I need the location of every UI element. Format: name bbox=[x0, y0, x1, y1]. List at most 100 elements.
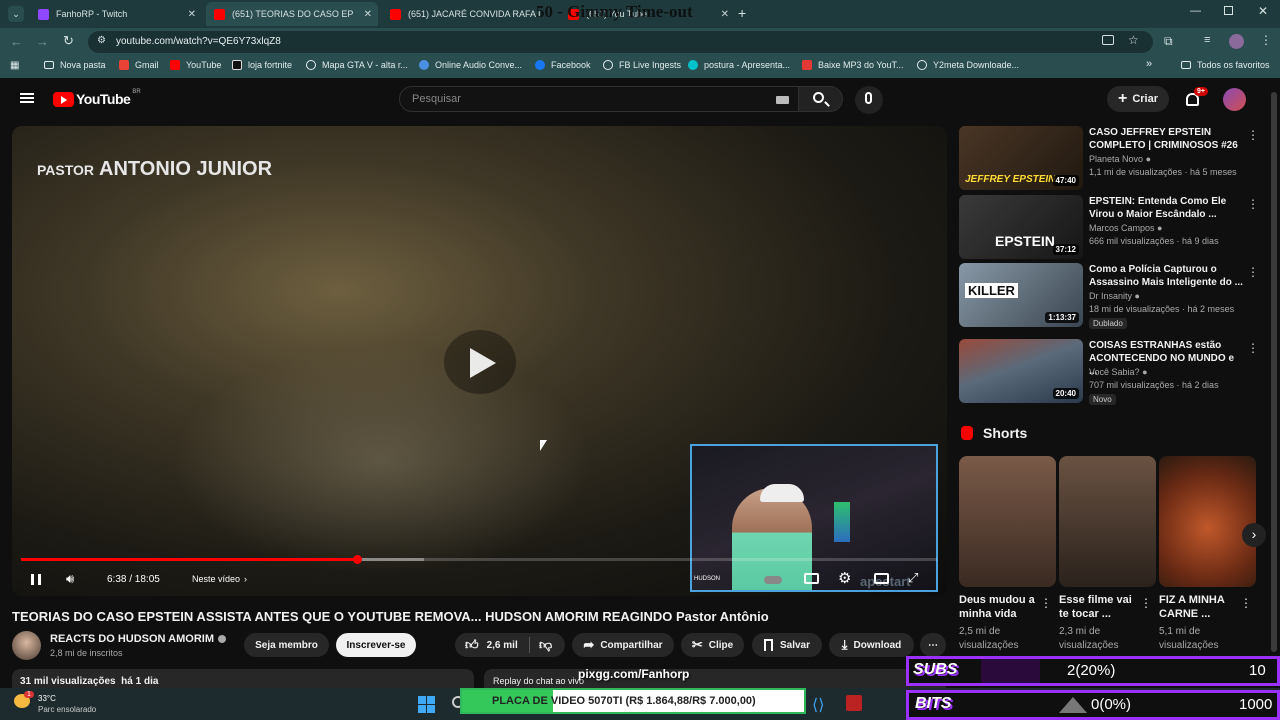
close-icon[interactable]: ✕ bbox=[188, 9, 196, 20]
subscribe-button[interactable]: Inscrever-se bbox=[336, 633, 416, 657]
video-thumbnail[interactable]: 20:40 bbox=[959, 339, 1083, 403]
tab-list-icon[interactable]: ⌄ bbox=[8, 6, 24, 22]
more-options-icon[interactable]: ⋮ bbox=[1247, 341, 1259, 355]
keyboard-icon[interactable] bbox=[776, 96, 789, 104]
reload-icon[interactable]: ↻ bbox=[63, 33, 74, 49]
shorts-next-button[interactable]: › bbox=[1242, 523, 1266, 547]
video-thumbnail[interactable]: KILLER 1:13:37 bbox=[959, 263, 1083, 327]
app-icon[interactable] bbox=[846, 695, 862, 711]
sidebar-video[interactable]: KILLER 1:13:37 Como a Polícia Capturou o… bbox=[959, 263, 1259, 333]
chapter-button[interactable]: Neste vídeo › bbox=[192, 574, 247, 584]
apps-icon[interactable]: ▦ bbox=[10, 60, 19, 71]
channel-name[interactable]: Você Sabia? ● bbox=[1089, 367, 1148, 377]
tab-twitch[interactable]: FanhoRP - Twitch ✕ bbox=[30, 2, 202, 26]
video-title[interactable]: Como a Polícia Capturou o Assassino Mais… bbox=[1089, 263, 1244, 289]
video-thumbnail[interactable]: JEFFREY EPSTEIN 47:40 bbox=[959, 126, 1083, 190]
short-title[interactable]: FIZ A MINHA CARNE ... bbox=[1159, 593, 1239, 621]
close-window-icon[interactable]: ✕ bbox=[1258, 4, 1268, 18]
star-icon[interactable]: ☆ bbox=[1128, 33, 1139, 47]
bookmark-audio-converter[interactable]: Online Audio Conve... bbox=[419, 60, 522, 70]
channel-name[interactable]: Planeta Novo ● bbox=[1089, 154, 1151, 164]
sidebar-video[interactable]: JEFFREY EPSTEIN 47:40 CASO JEFFREY EPSTE… bbox=[959, 126, 1259, 190]
search-button[interactable] bbox=[799, 86, 843, 112]
new-tab-icon[interactable]: + bbox=[738, 5, 746, 21]
hamburger-icon[interactable] bbox=[20, 93, 34, 103]
install-icon[interactable] bbox=[1102, 35, 1114, 45]
more-actions-button[interactable]: ⋯ bbox=[920, 633, 946, 657]
more-options-icon[interactable]: ⋮ bbox=[1247, 128, 1259, 142]
bookmark-youtube[interactable]: YouTube bbox=[170, 60, 221, 70]
video-title[interactable]: EPSTEIN: Entenda Como Ele Virou o Maior … bbox=[1089, 195, 1244, 221]
close-icon[interactable]: ✕ bbox=[364, 9, 372, 20]
notifications-button[interactable]: 9+ bbox=[1184, 87, 1208, 110]
join-button[interactable]: Seja membro bbox=[244, 633, 329, 657]
all-favorites[interactable]: Todos os favoritos bbox=[1181, 60, 1270, 70]
more-options-icon[interactable]: ⋮ bbox=[1140, 596, 1152, 610]
thumbs-down-icon[interactable]: 👎︎ bbox=[539, 637, 552, 653]
profile-avatar[interactable] bbox=[1229, 34, 1244, 49]
short-title[interactable]: Deus mudou a minha vida bbox=[959, 593, 1039, 621]
bookmark-y2meta[interactable]: Y2meta Downloade... bbox=[917, 60, 1019, 70]
extensions-icon[interactable]: ⧉ bbox=[1164, 34, 1173, 49]
subtitles-icon[interactable] bbox=[804, 573, 819, 584]
fullscreen-icon[interactable]: ⤢ bbox=[908, 570, 918, 586]
channel-avatar[interactable] bbox=[12, 631, 41, 660]
video-thumbnail[interactable]: EPSTEIN 37:12 bbox=[959, 195, 1083, 259]
more-options-icon[interactable]: ⋮ bbox=[1240, 596, 1252, 610]
channel-name[interactable]: Dr Insanity ● bbox=[1089, 291, 1140, 301]
short-thumbnail[interactable] bbox=[1059, 456, 1156, 587]
minimize-icon[interactable]: — bbox=[1190, 5, 1201, 17]
close-icon[interactable]: ✕ bbox=[721, 9, 729, 20]
bookmark-nova-pasta[interactable]: Nova pasta bbox=[44, 60, 106, 70]
scrollbar[interactable] bbox=[1271, 92, 1277, 652]
like-button[interactable]: 👍︎ 2,6 mil 👎︎ bbox=[455, 633, 565, 657]
share-button[interactable]: ➦ Compartilhar bbox=[572, 633, 674, 657]
channel-name[interactable]: REACTS DO HUDSON AMORIM bbox=[50, 633, 226, 645]
short-thumbnail[interactable] bbox=[959, 456, 1056, 587]
short-title[interactable]: Esse filme vai te tocar ... bbox=[1059, 593, 1139, 621]
settings-icon[interactable]: ⚙ bbox=[838, 569, 851, 587]
site-info-icon[interactable]: ⚙ bbox=[97, 35, 106, 46]
channel-name[interactable]: Marcos Campos ● bbox=[1089, 223, 1162, 233]
tab-youtube-2[interactable]: (651) JACARÉ CONVIDA RAFA I bbox=[382, 2, 560, 26]
address-bar[interactable]: ⚙ youtube.com/watch?v=QE6Y73xlqZ8 ☆ bbox=[88, 31, 1153, 53]
maximize-icon[interactable] bbox=[1224, 6, 1233, 15]
miniplayer-icon[interactable] bbox=[874, 573, 889, 584]
progress-track[interactable] bbox=[21, 555, 937, 564]
menu-icon[interactable]: ⋮ bbox=[1260, 33, 1272, 47]
forward-icon[interactable]: → bbox=[36, 34, 49, 49]
bookmark-mapa-gta[interactable]: Mapa GTA V - alta r... bbox=[306, 60, 408, 70]
bookmark-postura[interactable]: postura - Apresenta... bbox=[688, 60, 790, 70]
video-title[interactable]: CASO JEFFREY EPSTEIN COMPLETO | CRIMINOS… bbox=[1089, 126, 1244, 152]
pause-button[interactable] bbox=[31, 574, 41, 585]
download-button[interactable]: ⤓ Download bbox=[829, 633, 914, 657]
save-button[interactable]: Salvar bbox=[752, 633, 822, 657]
more-options-icon[interactable]: ⋮ bbox=[1247, 197, 1259, 211]
volume-icon[interactable]: 🔊︎ bbox=[66, 571, 74, 587]
vscode-icon[interactable]: ⟨⟩ bbox=[812, 695, 824, 715]
bookmark-baixe-mp3[interactable]: Baixe MP3 do YouT... bbox=[802, 60, 904, 70]
create-button[interactable]: + Criar bbox=[1107, 86, 1169, 112]
video-player[interactable]: PASTOR ANTONIO JUNIOR HUDSON apestart 🔊︎… bbox=[12, 126, 947, 596]
bookmark-fb-live[interactable]: FB Live Ingests bbox=[603, 60, 681, 70]
short-thumbnail[interactable] bbox=[1159, 456, 1256, 587]
bookmark-loja-fortnite[interactable]: loja fortnite bbox=[232, 60, 292, 70]
more-options-icon[interactable]: ⋮ bbox=[1040, 596, 1052, 610]
tab-youtube-active[interactable]: (651) TEORIAS DO CASO EP ✕ bbox=[206, 2, 378, 26]
search-box[interactable]: Pesquisar bbox=[399, 86, 799, 112]
clip-button[interactable]: ✂ Clipe bbox=[681, 633, 744, 657]
youtube-logo[interactable]: YouTube BR bbox=[53, 89, 141, 107]
sidebar-video[interactable]: EPSTEIN 37:12 EPSTEIN: Entenda Como Ele … bbox=[959, 195, 1259, 259]
sidebar-video[interactable]: 20:40 COISAS ESTRANHAS estão ACONTECENDO… bbox=[959, 339, 1259, 409]
back-icon[interactable]: ← bbox=[10, 34, 23, 49]
voice-search-button[interactable] bbox=[855, 86, 883, 114]
play-button[interactable] bbox=[444, 330, 516, 394]
autoplay-toggle[interactable] bbox=[764, 576, 782, 584]
bookmarks-overflow[interactable]: » bbox=[1146, 58, 1152, 70]
bookmark-gmail[interactable]: Gmail bbox=[119, 60, 159, 70]
bookmark-facebook[interactable]: Facebook bbox=[535, 60, 591, 70]
user-avatar[interactable] bbox=[1223, 88, 1246, 111]
windows-start-icon[interactable] bbox=[418, 696, 435, 713]
url-text[interactable]: youtube.com/watch?v=QE6Y73xlqZ8 bbox=[116, 36, 281, 47]
media-icon[interactable]: ≡ bbox=[1204, 34, 1210, 46]
